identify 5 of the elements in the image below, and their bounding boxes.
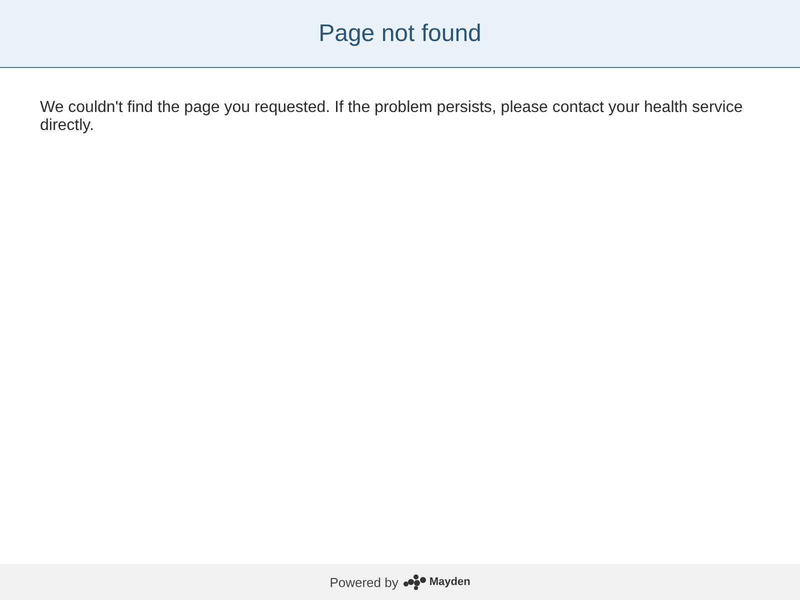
error-message: We couldn't find the page you requested. If the problem persists, please contact your health service directly.	[40, 99, 744, 135]
brand-name: Mayden	[429, 576, 470, 588]
powered-by-text: Powered by	[330, 574, 398, 590]
page-title: Page not found	[318, 20, 482, 48]
dots-logo-icon	[403, 574, 428, 590]
